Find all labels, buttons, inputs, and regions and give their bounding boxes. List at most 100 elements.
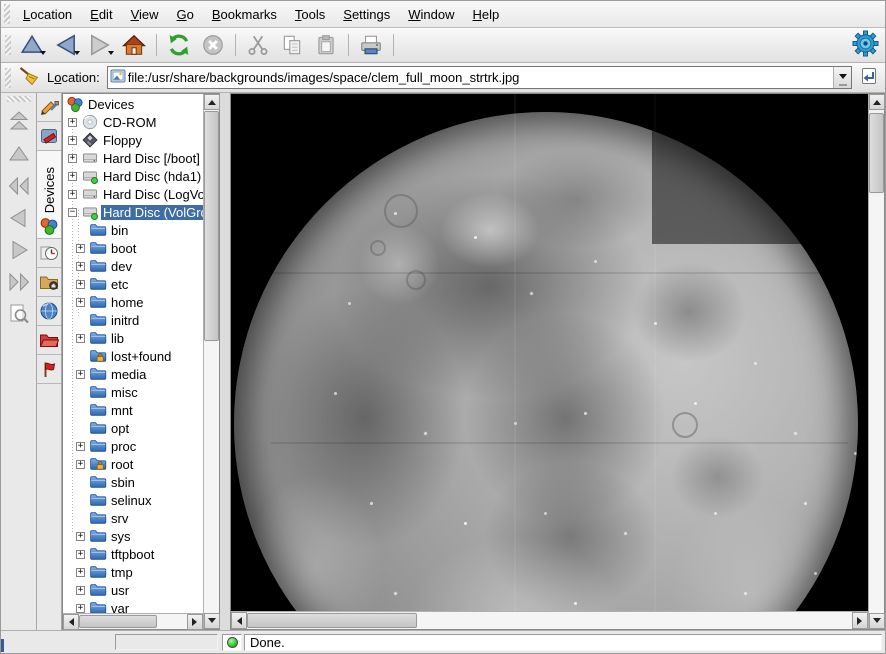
- menu-tools[interactable]: Tools: [286, 5, 334, 24]
- tree-item-floppy[interactable]: Floppy: [65, 131, 203, 149]
- expander[interactable]: [76, 442, 85, 451]
- scroll-thumb[interactable]: [247, 613, 417, 628]
- tree-item-var[interactable]: var: [65, 599, 203, 613]
- tree-item-tmp[interactable]: tmp: [65, 563, 203, 581]
- cut-button[interactable]: [241, 30, 275, 60]
- expander[interactable]: [76, 604, 85, 613]
- toolbar-drag-handle[interactable]: [7, 96, 31, 102]
- scroll-thumb[interactable]: [204, 111, 219, 341]
- tree-item-sbin[interactable]: sbin: [65, 473, 203, 491]
- home-button[interactable]: [117, 30, 151, 60]
- expander[interactable]: [76, 532, 85, 541]
- tree-item-misc[interactable]: misc: [65, 383, 203, 401]
- location-combobox[interactable]: file:/usr/share/backgrounds/images/space…: [107, 66, 852, 89]
- back-double-button[interactable]: [3, 171, 35, 203]
- forward-button[interactable]: [83, 30, 117, 60]
- toolbar-drag-handle[interactable]: [5, 35, 11, 55]
- tree-item-bin[interactable]: bin: [65, 221, 203, 239]
- back-button[interactable]: [49, 30, 83, 60]
- scroll-up-button[interactable]: [869, 94, 885, 110]
- menu-window[interactable]: Window: [399, 5, 463, 24]
- tree-item-cdrom[interactable]: CD-ROM: [65, 113, 203, 131]
- up-gray-button[interactable]: [3, 139, 35, 171]
- scroll-down-button[interactable]: [204, 613, 220, 629]
- tab-root-folder[interactable]: [37, 326, 61, 355]
- tab-home-folder[interactable]: [37, 268, 61, 297]
- tree-item-media[interactable]: media: [65, 365, 203, 383]
- view-horizontal-scrollbar[interactable]: [231, 611, 868, 629]
- tree-item-root[interactable]: root: [65, 455, 203, 473]
- tab-history[interactable]: [37, 239, 61, 268]
- expander[interactable]: [76, 262, 85, 271]
- scroll-right-button[interactable]: [187, 614, 203, 630]
- expander[interactable]: [68, 154, 77, 163]
- tree-item-hd-hda1[interactable]: Hard Disc (hda1) [/: [65, 167, 203, 185]
- expander[interactable]: [68, 172, 77, 181]
- print-button[interactable]: [354, 30, 388, 60]
- tree-item-srv[interactable]: srv: [65, 509, 203, 527]
- tree-item-sys[interactable]: sys: [65, 527, 203, 545]
- expander[interactable]: [76, 370, 85, 379]
- forward-double-button[interactable]: [3, 267, 35, 299]
- view-vertical-scrollbar[interactable]: [868, 94, 884, 629]
- expander[interactable]: [76, 586, 85, 595]
- tree-item-lib[interactable]: lib: [65, 329, 203, 347]
- scroll-left-button[interactable]: [63, 614, 79, 630]
- expander[interactable]: [76, 280, 85, 289]
- expander[interactable]: [76, 460, 85, 469]
- stop-button[interactable]: [196, 30, 230, 60]
- scroll-thumb[interactable]: [869, 113, 884, 193]
- tree-item-hd-volgroup[interactable]: Hard Disc (VolGrou: [65, 203, 203, 221]
- scroll-right-button[interactable]: [852, 612, 868, 629]
- tree-item-hd-boot[interactable]: Hard Disc [/boot]: [65, 149, 203, 167]
- tree-item-selinux[interactable]: selinux: [65, 491, 203, 509]
- tree-item-lostfound[interactable]: lost+found: [65, 347, 203, 365]
- expander[interactable]: [68, 118, 77, 127]
- back-gray-button[interactable]: [3, 203, 35, 235]
- clear-location-button[interactable]: [15, 65, 43, 91]
- tree-item-boot[interactable]: boot: [65, 239, 203, 257]
- tab-network[interactable]: [37, 297, 61, 326]
- menu-bookmarks[interactable]: Bookmarks: [203, 5, 286, 24]
- tree-item-initrd[interactable]: initrd: [65, 311, 203, 329]
- panel-splitter[interactable]: [220, 93, 230, 630]
- expander[interactable]: [68, 190, 77, 199]
- configure-sidebar-button[interactable]: [37, 93, 61, 122]
- tree-vertical-scrollbar[interactable]: [203, 94, 219, 629]
- paste-button[interactable]: [309, 30, 343, 60]
- scroll-up-button[interactable]: [204, 94, 220, 110]
- expander[interactable]: [76, 334, 85, 343]
- toolbar-drag-handle[interactable]: [4, 4, 10, 24]
- menu-location[interactable]: Location: [14, 5, 81, 24]
- tab-bookmarks[interactable]: [37, 122, 61, 151]
- menu-settings[interactable]: Settings: [334, 5, 399, 24]
- toolbar-drag-handle[interactable]: [5, 68, 11, 88]
- tree-item-tftpboot[interactable]: tftpboot: [65, 545, 203, 563]
- expander[interactable]: [76, 298, 85, 307]
- scroll-left-button[interactable]: [231, 612, 247, 629]
- menu-go[interactable]: Go: [168, 5, 203, 24]
- scroll-thumb[interactable]: [79, 615, 157, 628]
- up-button[interactable]: [15, 30, 49, 60]
- expander[interactable]: [76, 568, 85, 577]
- tree-item-etc[interactable]: etc: [65, 275, 203, 293]
- menu-view[interactable]: View: [122, 5, 168, 24]
- copy-button[interactable]: [275, 30, 309, 60]
- up-double-button[interactable]: [3, 107, 35, 139]
- expander[interactable]: [68, 136, 77, 145]
- go-button[interactable]: [856, 65, 882, 91]
- reload-button[interactable]: [162, 30, 196, 60]
- forward-gray-button[interactable]: [3, 235, 35, 267]
- tab-devices[interactable]: Devices: [37, 151, 61, 239]
- location-dropdown-button[interactable]: [833, 67, 851, 88]
- menu-help[interactable]: Help: [464, 5, 509, 24]
- expander[interactable]: [76, 550, 85, 559]
- tree-horizontal-scrollbar[interactable]: [63, 613, 203, 629]
- scroll-down-button[interactable]: [869, 613, 885, 629]
- location-input[interactable]: file:/usr/share/backgrounds/images/space…: [128, 67, 833, 88]
- find-button[interactable]: [3, 299, 35, 331]
- tree-item-hd-logvol[interactable]: Hard Disc (LogVol0: [65, 185, 203, 203]
- tree-item-mnt[interactable]: mnt: [65, 401, 203, 419]
- tree-item-opt[interactable]: opt: [65, 419, 203, 437]
- tree-root-devices[interactable]: Devices: [65, 95, 203, 113]
